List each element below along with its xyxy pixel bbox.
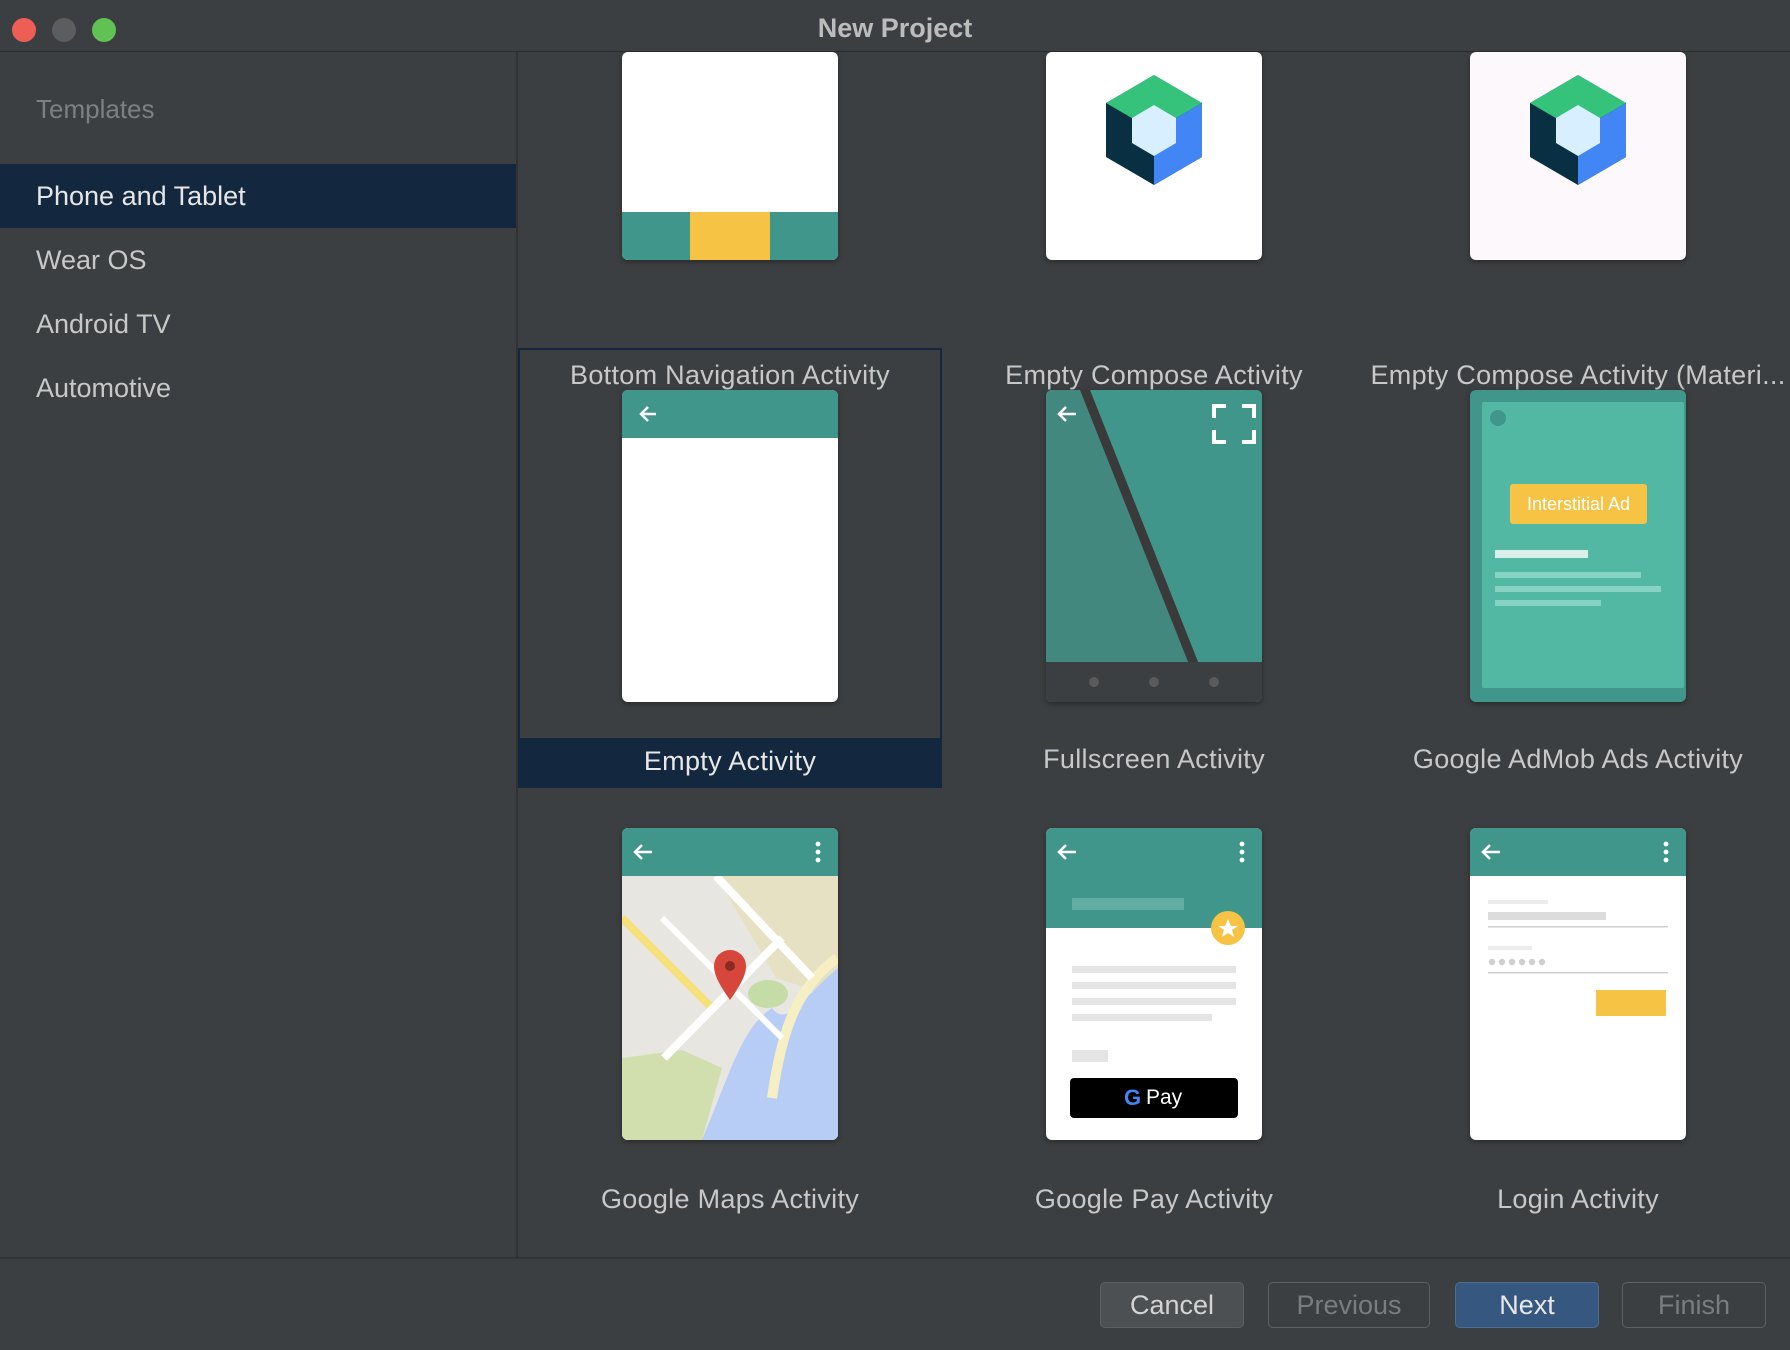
fullscreen-thumbnail [1046,390,1262,702]
next-button[interactable]: Next [1455,1282,1599,1328]
template-google-admob-ads-activity[interactable]: Interstitial Ad Google AdMob Ads Activit… [1366,348,1790,788]
sidebar-item-android-tv[interactable]: Android TV [0,292,516,356]
finish-button[interactable]: Finish [1622,1282,1766,1328]
template-empty-activity[interactable]: Empty Activity [518,348,942,788]
template-label: Fullscreen Activity [1043,744,1265,774]
template-grid: Bottom Navigation Activity Empty Compose… [518,52,1790,1257]
title-bar: New Project [0,0,1790,52]
template-login-activity[interactable]: Login Activity [1366,788,1790,1228]
sidebar-item-phone-and-tablet[interactable]: Phone and Tablet [0,164,516,228]
new-project-window: New Project Templates Phone and Tablet W… [0,0,1790,1350]
arrow-left-icon [639,406,656,422]
interstitial-ad-badge: Interstitial Ad [1510,484,1647,524]
map-illustration [622,828,838,1140]
svg-text:G: G [1124,1085,1141,1110]
template-label: Google AdMob Ads Activity [1412,744,1744,774]
template-google-pay-activity[interactable]: G Pay Google Pay Activity [942,788,1366,1228]
admob-thumbnail: Interstitial Ad [1470,390,1686,702]
app-bar [622,390,838,438]
compose-material-thumbnail [1470,52,1686,260]
dialog-button-bar: Cancel Previous Next Finish [0,1257,1790,1350]
sidebar-item-wear-os[interactable]: Wear OS [0,228,516,292]
templates-sidebar: Templates Phone and Tablet Wear OS Andro… [0,52,518,1257]
compose-thumbnail [1046,52,1262,260]
login-thumbnail [1470,828,1686,1140]
template-label: Google Pay Activity [1034,1184,1274,1214]
sidebar-item-automotive[interactable]: Automotive [0,356,516,420]
login-illustration [1470,828,1686,1016]
previous-button[interactable]: Previous [1268,1282,1430,1328]
template-label: Google Maps Activity [600,1184,860,1214]
cancel-button[interactable]: Cancel [1100,1282,1244,1328]
template-google-maps-activity[interactable]: Google Maps Activity [518,788,942,1228]
maps-thumbnail [622,828,838,1140]
google-pay-thumbnail: G Pay [1046,828,1262,1140]
template-label: Login Activity [1497,1184,1659,1214]
jetpack-compose-logo-icon [1106,75,1202,185]
bottom-navigation-thumbnail [622,52,838,260]
template-label: Empty Activity [643,746,817,776]
sidebar-heading: Templates [36,94,155,124]
fullscreen-illustration [1046,390,1262,702]
template-fullscreen-activity[interactable]: Fullscreen Activity [942,348,1366,788]
empty-activity-thumbnail [622,390,838,702]
google-pay-label: Pay [1146,1086,1183,1109]
jetpack-compose-logo-icon [1530,75,1626,185]
window-title: New Project [817,13,973,43]
